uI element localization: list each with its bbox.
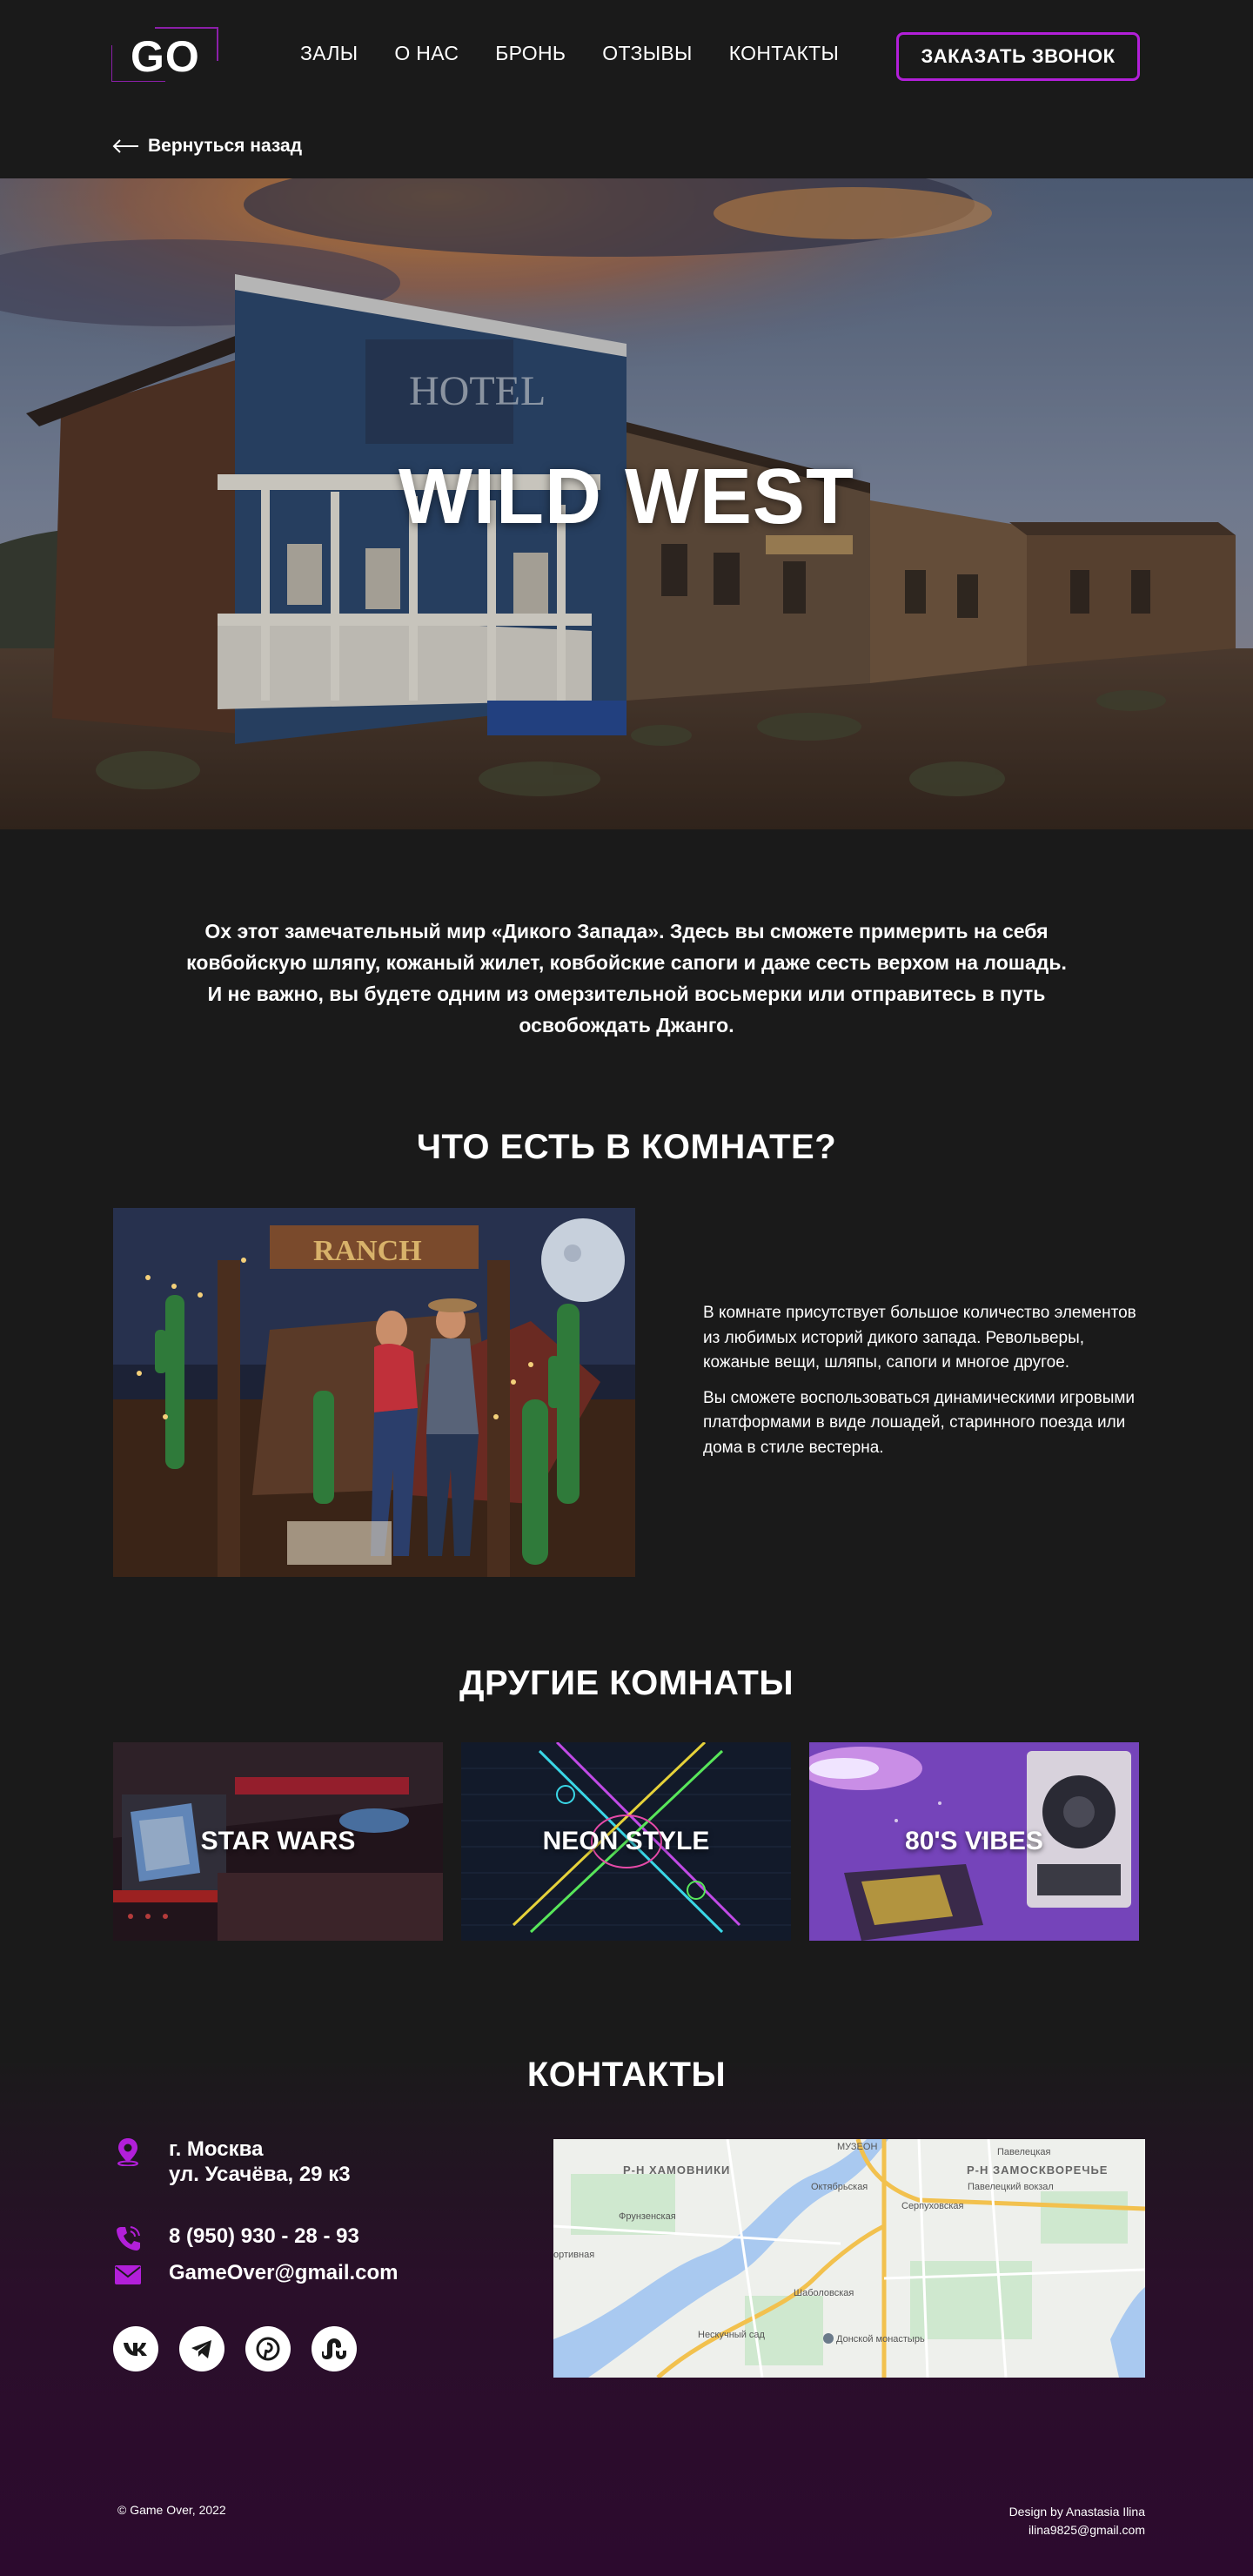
contacts-info: г. Москва ул. Усачёва, 29 к3 8 (950) 930… <box>113 2137 531 2371</box>
site-header: GO ЗАЛЫ О НАС БРОНЬ ОТЗЫВЫ КОНТАКТЫ ЗАКА… <box>0 0 1253 178</box>
map-label-paveletsky: Павелецкий вокзал <box>968 2182 1054 2192</box>
contacts-title: КОНТАКТЫ <box>526 2056 727 2094</box>
location-map[interactable]: Р-Н ХАМОВНИКИ Р-Н ЗАМОСКВОРЕЧЬЕ МУЗЕОН П… <box>553 2139 1145 2378</box>
ranch-sign: RANCH <box>313 1235 422 1267</box>
location-pin-icon <box>117 2138 138 2166</box>
map-label-serpukhovskaya: Серпуховская <box>901 2201 964 2211</box>
hero-title: WILD WEST <box>399 453 854 540</box>
map-label-paveletskaya: Павелецкая <box>997 2147 1051 2157</box>
room-card-80s-vibes[interactable]: 80'S VIBES <box>809 1742 1139 1941</box>
address-city: г. Москва <box>169 2137 264 2161</box>
design-email[interactable]: ilina9825@gmail.com <box>870 2521 1145 2539</box>
room-card-neon-style[interactable]: NEON STYLE <box>461 1742 791 1941</box>
logo[interactable]: GO <box>111 26 219 82</box>
room-section-title: ЧТО ЕСТЬ В КОМНАТЕ? <box>416 1128 837 1166</box>
other-rooms-title: ДРУГИЕ КОМНАТЫ <box>459 1664 794 1702</box>
phone-row[interactable]: 8 (950) 930 - 28 - 93 <box>113 2224 531 2253</box>
map-label-sportivnaya: ортивная <box>553 2250 594 2260</box>
map-label-zamoskvorechye: Р-Н ЗАМОСКВОРЕЧЬЕ <box>967 2163 1108 2177</box>
room-paragraph-2: Вы сможете воспользоваться динамическими… <box>703 1388 1136 1457</box>
nav-about[interactable]: О НАС <box>394 42 459 65</box>
address-row: г. Москва ул. Усачёва, 29 к3 <box>113 2137 531 2187</box>
nav-booking[interactable]: БРОНЬ <box>495 42 566 65</box>
nav-contacts[interactable]: КОНТАКТЫ <box>729 42 839 65</box>
star-wars-label: STAR WARS <box>200 1827 356 1855</box>
intro-text: Ох этот замечательный мир «Дикого Запада… <box>186 920 1067 1036</box>
nav-reviews[interactable]: ОТЗЫВЫ <box>602 42 692 65</box>
stumbleupon-icon[interactable] <box>312 2326 357 2371</box>
nav-rooms[interactable]: ЗАЛЫ <box>300 42 358 65</box>
back-link[interactable]: Вернуться назад <box>111 136 302 157</box>
neon-style-label: NEON STYLE <box>542 1827 710 1855</box>
phone-number: 8 (950) 930 - 28 - 93 <box>169 2224 359 2248</box>
email-icon <box>115 2265 141 2284</box>
room-paragraph-1: В комнате присутствует большое количеств… <box>703 1304 1136 1372</box>
pinterest-icon[interactable] <box>245 2326 291 2371</box>
address-street: ул. Усачёва, 29 к3 <box>169 2163 351 2186</box>
phone-icon <box>117 2226 140 2251</box>
map-label-museon: МУЗЕОН <box>837 2142 877 2152</box>
email-row[interactable]: GameOver@gmail.com <box>113 2260 531 2290</box>
room-photo: RANCH <box>113 1208 635 1577</box>
hero-banner: HOTEL WILD WEST <box>0 178 1253 829</box>
design-author: Design by Anastasia Ilina <box>1008 2505 1145 2519</box>
room-description: В комнате присутствует большое количеств… <box>703 1301 1147 1460</box>
email-address: GameOver@gmail.com <box>169 2261 399 2284</box>
map-pin-icon <box>823 2333 834 2344</box>
arrow-left-icon <box>112 139 138 153</box>
other-rooms-list: STAR WARS NEON STYLE 80'S VIBES <box>113 1742 1140 1941</box>
room-card-star-wars[interactable]: STAR WARS <box>113 1742 443 1941</box>
logo-text: GO <box>131 32 200 81</box>
map-label-oktyabrskaya: Октябрьская <box>811 2182 868 2192</box>
map-label-shabolovskaya: Шаболовская <box>794 2288 854 2298</box>
80s-vibes-label: 80'S VIBES <box>905 1827 1043 1855</box>
map-label-neskuchny: Нескучный сад <box>698 2330 766 2340</box>
vk-icon[interactable] <box>113 2326 158 2371</box>
copyright: © Game Over, 2022 <box>117 2503 226 2517</box>
map-label-khamovniki: Р-Н ХАМОВНИКИ <box>623 2163 730 2177</box>
back-label: Вернуться назад <box>148 136 303 156</box>
map-label-donskoy: Донской монастырь <box>836 2334 925 2345</box>
design-credits: Design by Anastasia Ilina ilina9825@gmai… <box>870 2503 1145 2539</box>
main-nav: ЗАЛЫ О НАС БРОНЬ ОТЗЫВЫ КОНТАКТЫ <box>300 42 875 65</box>
order-call-button[interactable]: ЗАКАЗАТЬ ЗВОНОК <box>896 32 1140 81</box>
telegram-icon[interactable] <box>179 2326 224 2371</box>
map-label-frunzenskaya: Фрунзенская <box>619 2211 676 2222</box>
social-links <box>113 2326 531 2371</box>
